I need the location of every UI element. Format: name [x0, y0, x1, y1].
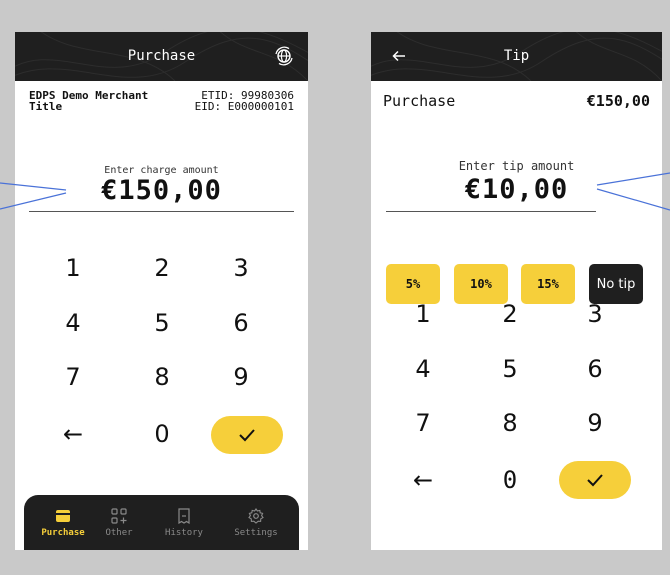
callout-line-right-upper	[596, 172, 670, 186]
callout-line-right-lower	[596, 188, 670, 211]
callout-line-left-lower	[0, 192, 67, 210]
callout-lines	[0, 172, 670, 211]
callout-line-left-upper	[0, 182, 67, 191]
